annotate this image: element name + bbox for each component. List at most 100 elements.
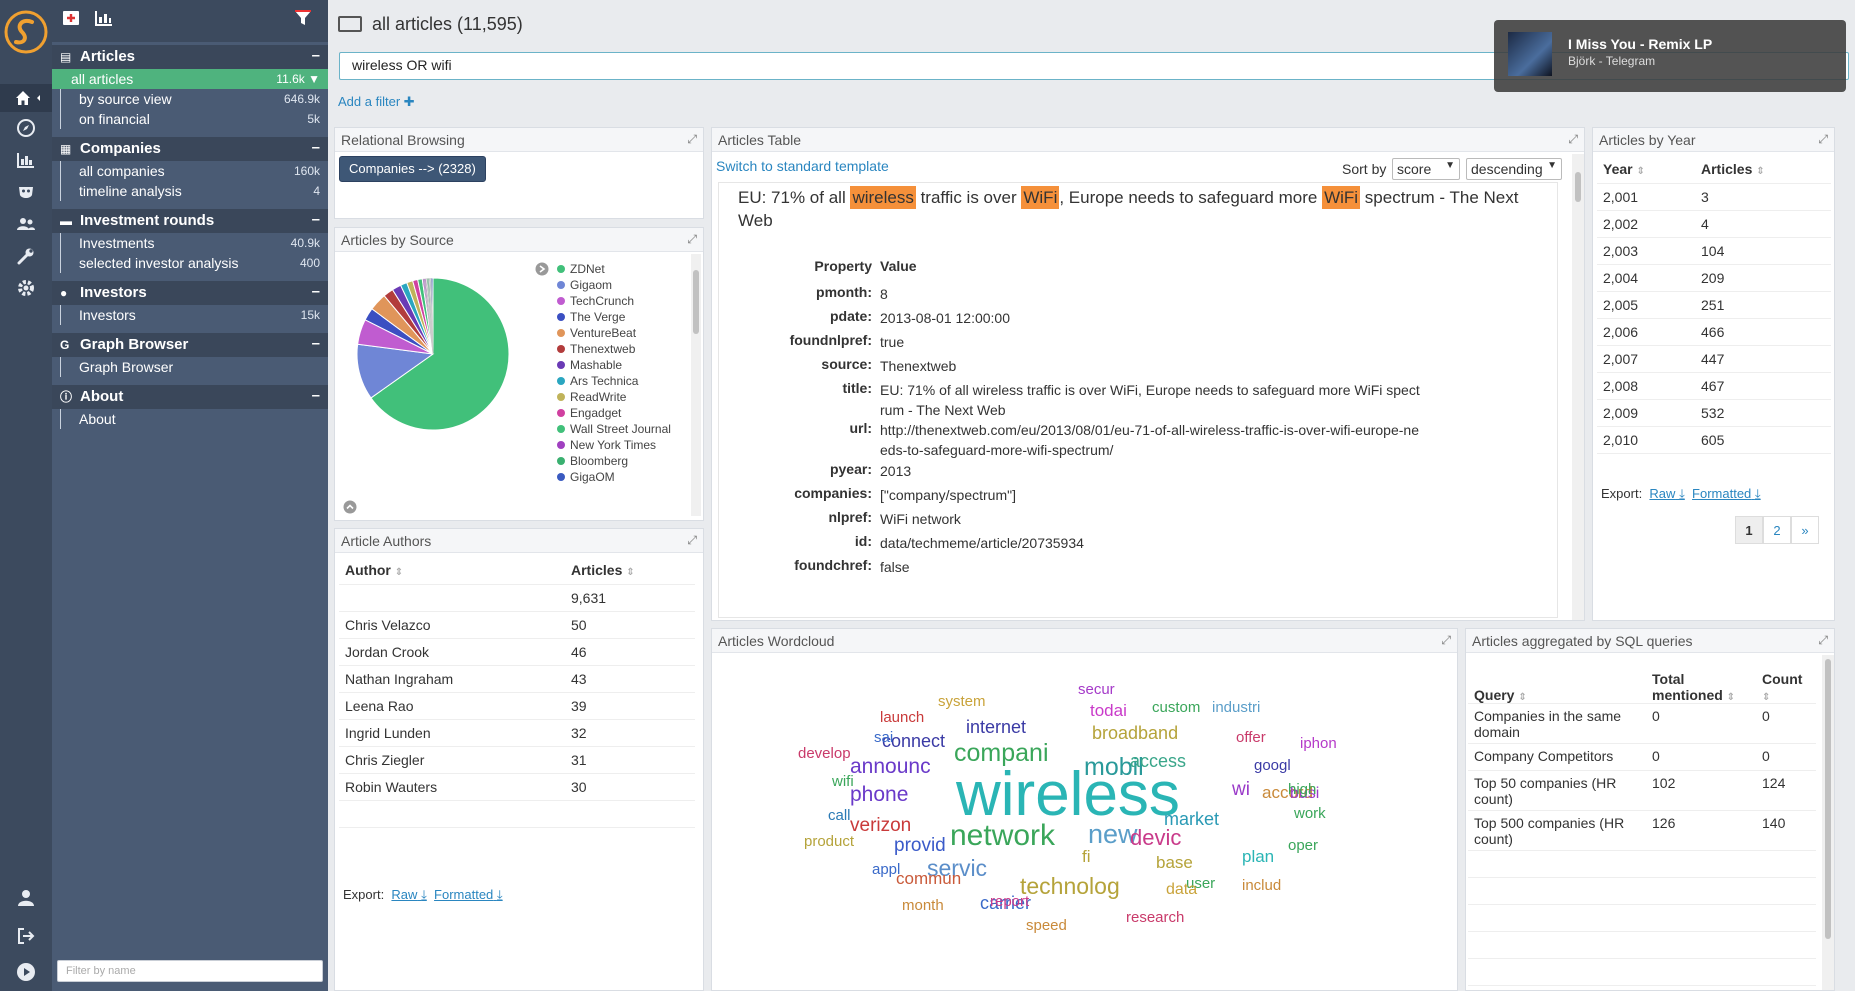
export-raw-link[interactable]: Raw ⤓ (1649, 486, 1684, 501)
wordcloud-word[interactable]: compani (954, 739, 1049, 768)
export-formatted-link[interactable]: Formatted ⤓ (1692, 486, 1761, 501)
table-row[interactable]: 2,006 466 (1597, 318, 1831, 346)
expand-icon[interactable]: ⤢ (687, 533, 697, 548)
legend-item[interactable]: Wall Street Journal (557, 422, 671, 436)
table-row[interactable]: Chris Velazco 50 (339, 611, 695, 639)
wordcloud-word[interactable]: commun (896, 869, 961, 889)
switch-template-link[interactable]: Switch to standard template (716, 158, 889, 174)
sidebar-item-graph-browser[interactable]: Graph Browser (60, 357, 328, 377)
table-row[interactable]: Nathan Ingraham 43 (339, 665, 695, 693)
legend-item[interactable]: Gigaom (557, 278, 612, 292)
col-articles[interactable]: Articles ⇕ (1695, 156, 1831, 184)
play-icon[interactable] (14, 960, 38, 984)
collapse-toggle[interactable]: – (312, 47, 320, 64)
export-raw-link[interactable]: Raw ⤓ (391, 887, 426, 902)
sort-field-select[interactable]: score ▼ (1392, 158, 1460, 180)
user-icon[interactable] (14, 886, 38, 910)
gear-icon[interactable] (14, 276, 38, 300)
wordcloud-word[interactable]: market (1164, 809, 1219, 830)
table-row[interactable]: Jordan Crook 46 (339, 638, 695, 666)
wordcloud-word[interactable]: wifi (832, 773, 854, 790)
table-row[interactable]: 2,001 3 (1597, 183, 1831, 211)
sidebar-item-investments[interactable]: Investments 40.9k (60, 233, 328, 253)
col-count[interactable]: Count ⇕ (1756, 659, 1816, 704)
table-row[interactable]: 2,008 467 (1597, 372, 1831, 400)
table-row[interactable]: 2,007 447 (1597, 345, 1831, 373)
wordcloud-word[interactable]: offer (1236, 729, 1266, 746)
table-row[interactable]: 2,002 4 (1597, 210, 1831, 238)
wordcloud-word[interactable]: month (902, 897, 944, 914)
legend-item[interactable]: Bloomberg (557, 454, 628, 468)
chart-add-icon[interactable] (94, 9, 114, 30)
table-row[interactable]: 9,631 (339, 584, 695, 612)
legend-item[interactable]: Ars Technica (557, 374, 638, 388)
legend-item[interactable]: ZDNet (557, 262, 605, 276)
table-row[interactable]: Companies in the same domain 0 0 (1468, 703, 1816, 744)
sidebar-item-investors[interactable]: Investors 15k (60, 305, 328, 325)
table-row[interactable]: Leena Rao 39 (339, 692, 695, 720)
collapse-toggle[interactable]: – (312, 387, 320, 404)
source-pie-chart[interactable] (335, 254, 555, 518)
wordcloud-word[interactable]: secur (1078, 681, 1115, 698)
wordcloud-word[interactable]: plan (1242, 847, 1274, 867)
sidebar-item-all-articles[interactable]: all articles 11.6k ▼ (52, 69, 328, 89)
wordcloud-word[interactable]: base (1156, 853, 1193, 873)
wordcloud-word[interactable]: todai (1090, 701, 1127, 721)
wordcloud-word[interactable]: verizon (850, 815, 911, 837)
table-row[interactable]: Ingrid Lunden 32 (339, 719, 695, 747)
sidebar-item-timeline-analysis[interactable]: timeline analysis 4 (60, 181, 328, 201)
sidebar-section-investors[interactable]: ● Investors – (52, 281, 328, 305)
article-title[interactable]: EU: 71% of all wireless traffic is over … (738, 186, 1528, 232)
legend-scrollbar[interactable] (691, 254, 701, 516)
wordcloud-word[interactable]: provid (894, 835, 946, 857)
expand-icon[interactable]: ⤢ (687, 232, 697, 247)
wordcloud-word[interactable]: fi (1082, 847, 1091, 867)
wordcloud-word[interactable]: internet (966, 717, 1026, 738)
expand-icon[interactable]: ⤢ (687, 132, 697, 147)
mask-icon[interactable] (14, 180, 38, 204)
legend-item[interactable]: The Verge (557, 310, 625, 324)
app-logo[interactable] (2, 8, 50, 56)
table-row[interactable]: 2,009 532 (1597, 399, 1831, 427)
sql-scrollbar[interactable] (1822, 655, 1834, 990)
wrench-icon[interactable] (14, 244, 38, 268)
companies-link-button[interactable]: Companies --> (2328) (339, 156, 486, 182)
scroll-thumb[interactable] (1825, 659, 1831, 939)
scroll-thumb[interactable] (1575, 172, 1581, 202)
wordcloud-word[interactable]: develop (798, 745, 851, 762)
wordcloud-word[interactable]: access (1130, 751, 1186, 772)
sidebar-item-selected-investor-analysis[interactable]: selected investor analysis 400 (60, 253, 328, 273)
wordcloud-word[interactable]: oper (1288, 837, 1318, 854)
wordcloud-word[interactable]: googl (1254, 757, 1291, 774)
wordcloud-word[interactable]: appl (872, 861, 900, 878)
sidebar-section-graph-browser[interactable]: G Graph Browser – (52, 333, 328, 357)
expand-icon[interactable]: ⤢ (1818, 633, 1828, 648)
page-1-button[interactable]: 1 (1735, 516, 1763, 544)
wordcloud-word[interactable]: broadband (1092, 723, 1178, 744)
export-formatted-link[interactable]: Formatted ⤓ (434, 887, 503, 902)
compass-icon[interactable] (14, 116, 38, 140)
wordcloud-word[interactable]: phone (850, 783, 908, 807)
add-filter-link[interactable]: Add a filter ✚ (338, 94, 415, 110)
legend-item[interactable]: New York Times (557, 438, 656, 452)
col-query[interactable]: Query ⇕ (1468, 659, 1646, 704)
next-page-button[interactable]: » (1791, 516, 1819, 544)
wordcloud-word[interactable]: includ (1242, 877, 1281, 894)
wordcloud-word[interactable]: announc (850, 755, 931, 779)
collapse-toggle[interactable]: – (312, 139, 320, 156)
sidebar-item-by-source-view[interactable]: by source view 646.9k (60, 89, 328, 109)
sidebar-section-about[interactable]: ⓘ About – (52, 385, 328, 409)
wordcloud-word[interactable]: call (828, 807, 851, 824)
wordcloud-word[interactable]: wi (1232, 779, 1250, 801)
legend-item[interactable]: GigaOM (557, 470, 615, 484)
wordcloud-word[interactable]: iphon (1300, 735, 1337, 752)
users-icon[interactable] (14, 212, 38, 236)
collapse-toggle[interactable]: – (312, 283, 320, 300)
expand-icon[interactable]: ⤢ (1441, 633, 1451, 648)
media-notification[interactable]: I Miss You - Remix LP Björk - Telegram (1494, 20, 1846, 92)
legend-item[interactable]: TechCrunch (557, 294, 634, 308)
expand-icon[interactable]: ⤢ (1818, 132, 1828, 147)
sort-order-select[interactable]: descending ▼ (1466, 158, 1562, 180)
table-row[interactable]: 2,003 104 (1597, 237, 1831, 265)
page-2-button[interactable]: 2 (1763, 516, 1791, 544)
